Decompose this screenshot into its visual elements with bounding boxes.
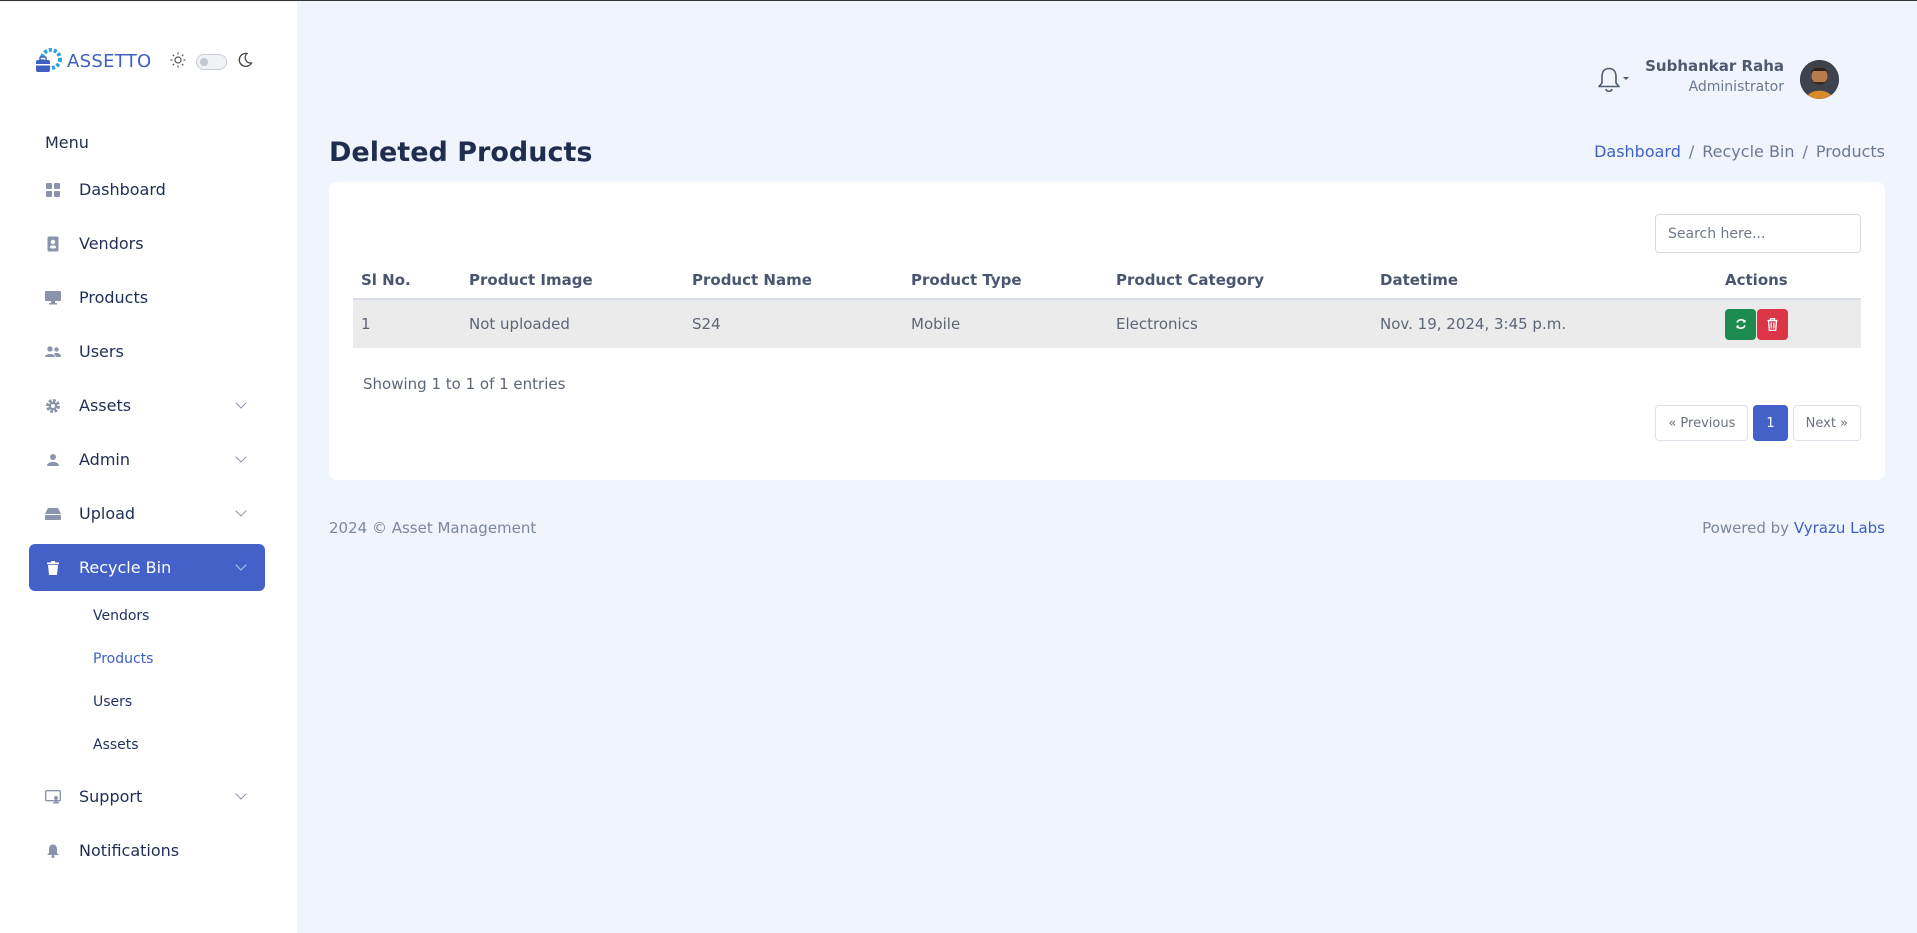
breadcrumb-separator: / bbox=[1802, 142, 1808, 161]
moon-icon bbox=[237, 52, 253, 72]
users-icon bbox=[45, 344, 61, 360]
user-role: Administrator bbox=[1688, 79, 1784, 95]
sidebar-item-label: Assets bbox=[79, 396, 132, 415]
sidebar-item-support[interactable]: Support bbox=[29, 773, 265, 820]
notification-bell-button[interactable] bbox=[1598, 66, 1630, 96]
sidebar-item-upload[interactable]: Upload bbox=[29, 490, 265, 537]
sidebar-item-label: Dashboard bbox=[79, 180, 166, 199]
table-row: 1 Not uploaded S24 Mobile Electronics No… bbox=[353, 299, 1861, 348]
restore-button[interactable] bbox=[1725, 308, 1756, 340]
previous-page-button[interactable]: « Previous bbox=[1655, 405, 1749, 441]
sidebar-item-notifications[interactable]: Notifications bbox=[29, 827, 265, 874]
breadcrumb-recycle-bin: Recycle Bin bbox=[1702, 142, 1795, 161]
submenu-item-vendors[interactable]: Vendors bbox=[29, 595, 265, 638]
sidebar-item-label: Admin bbox=[79, 450, 130, 469]
cell-product-name: S24 bbox=[684, 299, 903, 348]
submenu-item-assets[interactable]: Assets bbox=[29, 724, 265, 767]
sidebar-item-label: Upload bbox=[79, 504, 136, 523]
column-header-product-image[interactable]: Product Image bbox=[461, 262, 684, 300]
gear-icon bbox=[45, 398, 61, 414]
sidebar-item-label: Vendors bbox=[79, 234, 144, 253]
chevron-down-icon bbox=[235, 397, 247, 409]
powered-by-text: Powered by bbox=[1702, 519, 1790, 537]
footer-copyright: 2024 © Asset Management bbox=[329, 519, 537, 537]
table-info: Showing 1 to 1 of 1 entries bbox=[363, 375, 566, 393]
sidebar-item-label: Notifications bbox=[79, 841, 180, 860]
theme-toggle bbox=[170, 52, 253, 72]
sidebar-item-products[interactable]: Products bbox=[29, 274, 265, 321]
sidebar: ASSETTO Menu Dashboard Vendors Products … bbox=[0, 2, 297, 933]
submenu-item-products[interactable]: Products bbox=[29, 638, 265, 681]
column-header-sl-no[interactable]: Sl No. bbox=[353, 262, 461, 300]
grid-icon bbox=[45, 182, 61, 198]
breadcrumb-products: Products bbox=[1815, 142, 1885, 161]
page-1-button[interactable]: 1 bbox=[1753, 405, 1788, 441]
sidebar-nav: Dashboard Vendors Products Users Assets … bbox=[29, 166, 265, 881]
sidebar-item-dashboard[interactable]: Dashboard bbox=[29, 166, 265, 213]
theme-switch[interactable] bbox=[196, 54, 227, 70]
cell-product-image: Not uploaded bbox=[461, 299, 684, 348]
deleted-products-table: Sl No. Product Image Product Name Produc… bbox=[353, 262, 1861, 348]
sidebar-item-label: Recycle Bin bbox=[79, 558, 172, 577]
next-page-button[interactable]: Next » bbox=[1792, 405, 1861, 441]
submenu-item-users[interactable]: Users bbox=[29, 681, 265, 724]
sidebar-item-users[interactable]: Users bbox=[29, 328, 265, 375]
cell-product-category: Electronics bbox=[1108, 299, 1372, 348]
bell-icon bbox=[45, 843, 61, 859]
user-name: Subhankar Raha bbox=[1645, 57, 1784, 75]
delete-permanently-button[interactable] bbox=[1757, 308, 1788, 340]
breadcrumb: Dashboard / Recycle Bin / Products bbox=[1594, 142, 1885, 161]
column-header-datetime[interactable]: Datetime bbox=[1372, 262, 1717, 300]
sun-icon bbox=[170, 52, 186, 72]
cell-sl-no: 1 bbox=[353, 299, 461, 348]
column-header-actions: Actions bbox=[1717, 262, 1861, 300]
sidebar-item-admin[interactable]: Admin bbox=[29, 436, 265, 483]
user-menu[interactable]: Subhankar Raha Administrator bbox=[1645, 57, 1784, 95]
chevron-down-icon bbox=[235, 451, 247, 463]
page-title: Deleted Products bbox=[329, 137, 593, 168]
monitor-icon bbox=[45, 290, 61, 306]
brand-name: ASSETTO bbox=[67, 50, 152, 72]
column-header-product-category[interactable]: Product Category bbox=[1108, 262, 1372, 300]
footer-powered-by: Powered by Vyrazu Labs bbox=[1702, 519, 1885, 537]
cell-product-type: Mobile bbox=[903, 299, 1108, 348]
cell-actions bbox=[1717, 299, 1861, 348]
breadcrumb-dashboard[interactable]: Dashboard bbox=[1594, 142, 1681, 161]
chevron-down-icon bbox=[235, 505, 247, 517]
chevron-down-icon bbox=[235, 788, 247, 800]
breadcrumb-separator: / bbox=[1688, 142, 1695, 161]
sidebar-item-vendors[interactable]: Vendors bbox=[29, 220, 265, 267]
vyrazu-labs-link[interactable]: Vyrazu Labs bbox=[1794, 519, 1885, 537]
menu-title: Menu bbox=[45, 133, 89, 152]
trash-icon bbox=[45, 560, 61, 576]
search-input[interactable] bbox=[1655, 214, 1861, 253]
column-header-product-type[interactable]: Product Type bbox=[903, 262, 1108, 300]
drive-icon bbox=[45, 506, 61, 522]
chevron-down-icon bbox=[235, 559, 247, 571]
cell-datetime: Nov. 19, 2024, 3:45 p.m. bbox=[1372, 299, 1717, 348]
pagination: « Previous 1 Next » bbox=[1655, 405, 1861, 441]
brand[interactable]: ASSETTO bbox=[34, 45, 151, 77]
trash-icon bbox=[1767, 317, 1778, 331]
column-header-product-name[interactable]: Product Name bbox=[684, 262, 903, 300]
sidebar-item-label: Products bbox=[79, 288, 149, 307]
support-icon bbox=[45, 789, 61, 805]
table-header-row: Sl No. Product Image Product Name Produc… bbox=[353, 262, 1861, 300]
user-icon bbox=[45, 452, 61, 468]
sidebar-item-assets[interactable]: Assets bbox=[29, 382, 265, 429]
recycle-bin-submenu: Vendors Products Users Assets bbox=[29, 595, 265, 767]
sidebar-item-label: Users bbox=[79, 342, 124, 361]
assetto-logo-icon bbox=[34, 46, 62, 76]
deleted-products-card: Sl No. Product Image Product Name Produc… bbox=[329, 182, 1885, 480]
refresh-icon bbox=[1735, 319, 1746, 329]
avatar[interactable] bbox=[1800, 60, 1839, 99]
contact-card-icon bbox=[45, 236, 61, 252]
sidebar-item-recycle-bin[interactable]: Recycle Bin bbox=[29, 544, 265, 591]
sidebar-item-label: Support bbox=[79, 787, 143, 806]
